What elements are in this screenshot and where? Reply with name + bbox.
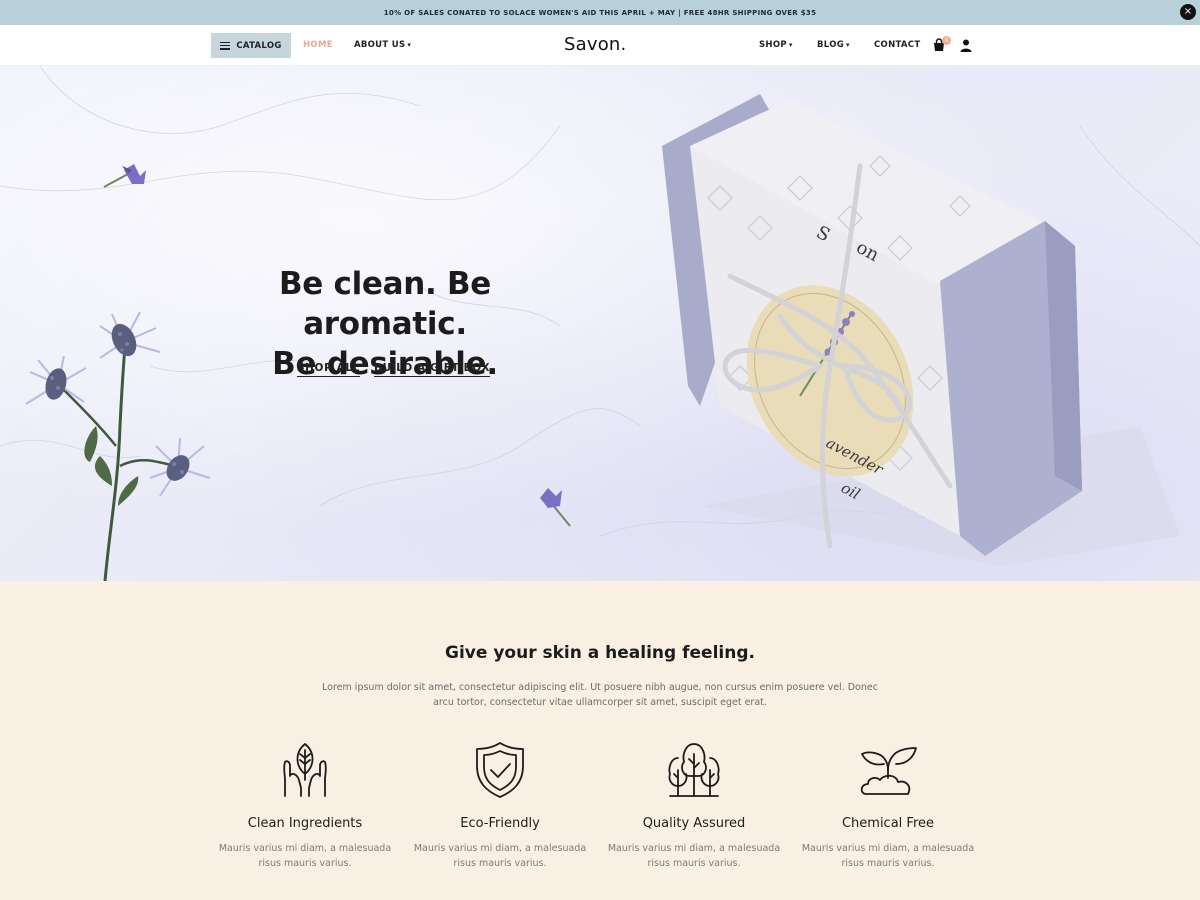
feature-text: Mauris varius mi diam, a malesuada risus… (218, 843, 392, 869)
thistle-plant-illustration (25, 311, 211, 581)
feature-chemical-free: Chemical Free Mauris varius mi diam, a m… (793, 740, 983, 871)
nav-shop-label: SHOP (759, 40, 787, 50)
nav-home[interactable]: HOME (303, 40, 333, 50)
nav-blog-label: BLOG (817, 40, 844, 50)
plant-cloud-icon (860, 747, 917, 795)
nav-about-us[interactable]: ABOUT US ▾ (354, 40, 411, 50)
feature-title: Chemical Free (841, 816, 935, 831)
hands-leaf-icon (283, 743, 327, 797)
features-title: Give your skin a healing feeling. (445, 643, 755, 663)
feature-text: Mauris varius mi diam, a malesuada risus… (413, 843, 587, 869)
catalog-button[interactable]: CATALOG (211, 33, 291, 58)
feature-title: Quality Assured (642, 816, 746, 831)
feature-eco-friendly: Eco-Friendly Mauris varius mi diam, a ma… (405, 740, 595, 871)
catalog-label: CATALOG (236, 40, 282, 51)
hero-title-line-1: Be clean. Be aromatic. (278, 266, 492, 342)
trees-icon (668, 743, 720, 797)
hero-banner: S on avender oil Be clean. Be aromatic. … (0, 66, 1200, 581)
nav-about-us-label: ABOUT US (354, 40, 406, 50)
build-gift-box-link[interactable]: BUILD A GIFT BOX (374, 362, 491, 377)
feature-text: Mauris varius mi diam, a malesuada risus… (801, 843, 975, 869)
user-icon[interactable] (960, 39, 972, 52)
chevron-down-icon: ▾ (846, 41, 850, 49)
shield-check-icon (476, 742, 524, 798)
announcement-bar: 10% OF SALES CONATED TO SOLACE WOMEN'S A… (0, 0, 1200, 25)
feature-title: Eco-Friendly (460, 816, 540, 831)
hero-illustration: S on avender oil (25, 94, 1180, 581)
feature-quality-assured: Quality Assured Mauris varius mi diam, a… (599, 740, 789, 871)
announcement-text: 10% OF SALES CONATED TO SOLACE WOMEN'S A… (383, 8, 817, 17)
site-logo[interactable]: Savon. (564, 34, 626, 55)
chevron-down-icon: ▾ (407, 41, 412, 49)
feature-text: Mauris varius mi diam, a malesuada risus… (607, 843, 781, 869)
feature-clean-ingredients: Clean Ingredients Mauris varius mi diam,… (210, 740, 400, 871)
small-flower-illustration (540, 488, 571, 527)
soap-box-illustration: S on avender oil (662, 94, 1180, 566)
small-flower-illustration (103, 164, 146, 188)
cart-count-badge: 0 (942, 36, 951, 45)
site-header: CATALOG HOME ABOUT US ▾ Savon. SHOP ▾ BLOG… (0, 25, 1200, 66)
features-section: Give your skin a healing feeling. Lorem … (0, 581, 1200, 900)
features-description: Lorem ipsum dolor sit amet, consectetur … (322, 682, 878, 708)
hamburger-icon (220, 41, 231, 50)
feature-title: Clean Ingredients (247, 816, 363, 831)
close-icon[interactable]: × (1180, 4, 1196, 20)
nav-blog[interactable]: BLOG ▾ (817, 40, 850, 50)
shop-all-link[interactable]: SHOP ALL (297, 362, 360, 377)
nav-contact[interactable]: CONTACT (874, 40, 920, 50)
chevron-down-icon: ▾ (788, 41, 793, 49)
nav-shop[interactable]: SHOP ▾ (759, 40, 793, 50)
